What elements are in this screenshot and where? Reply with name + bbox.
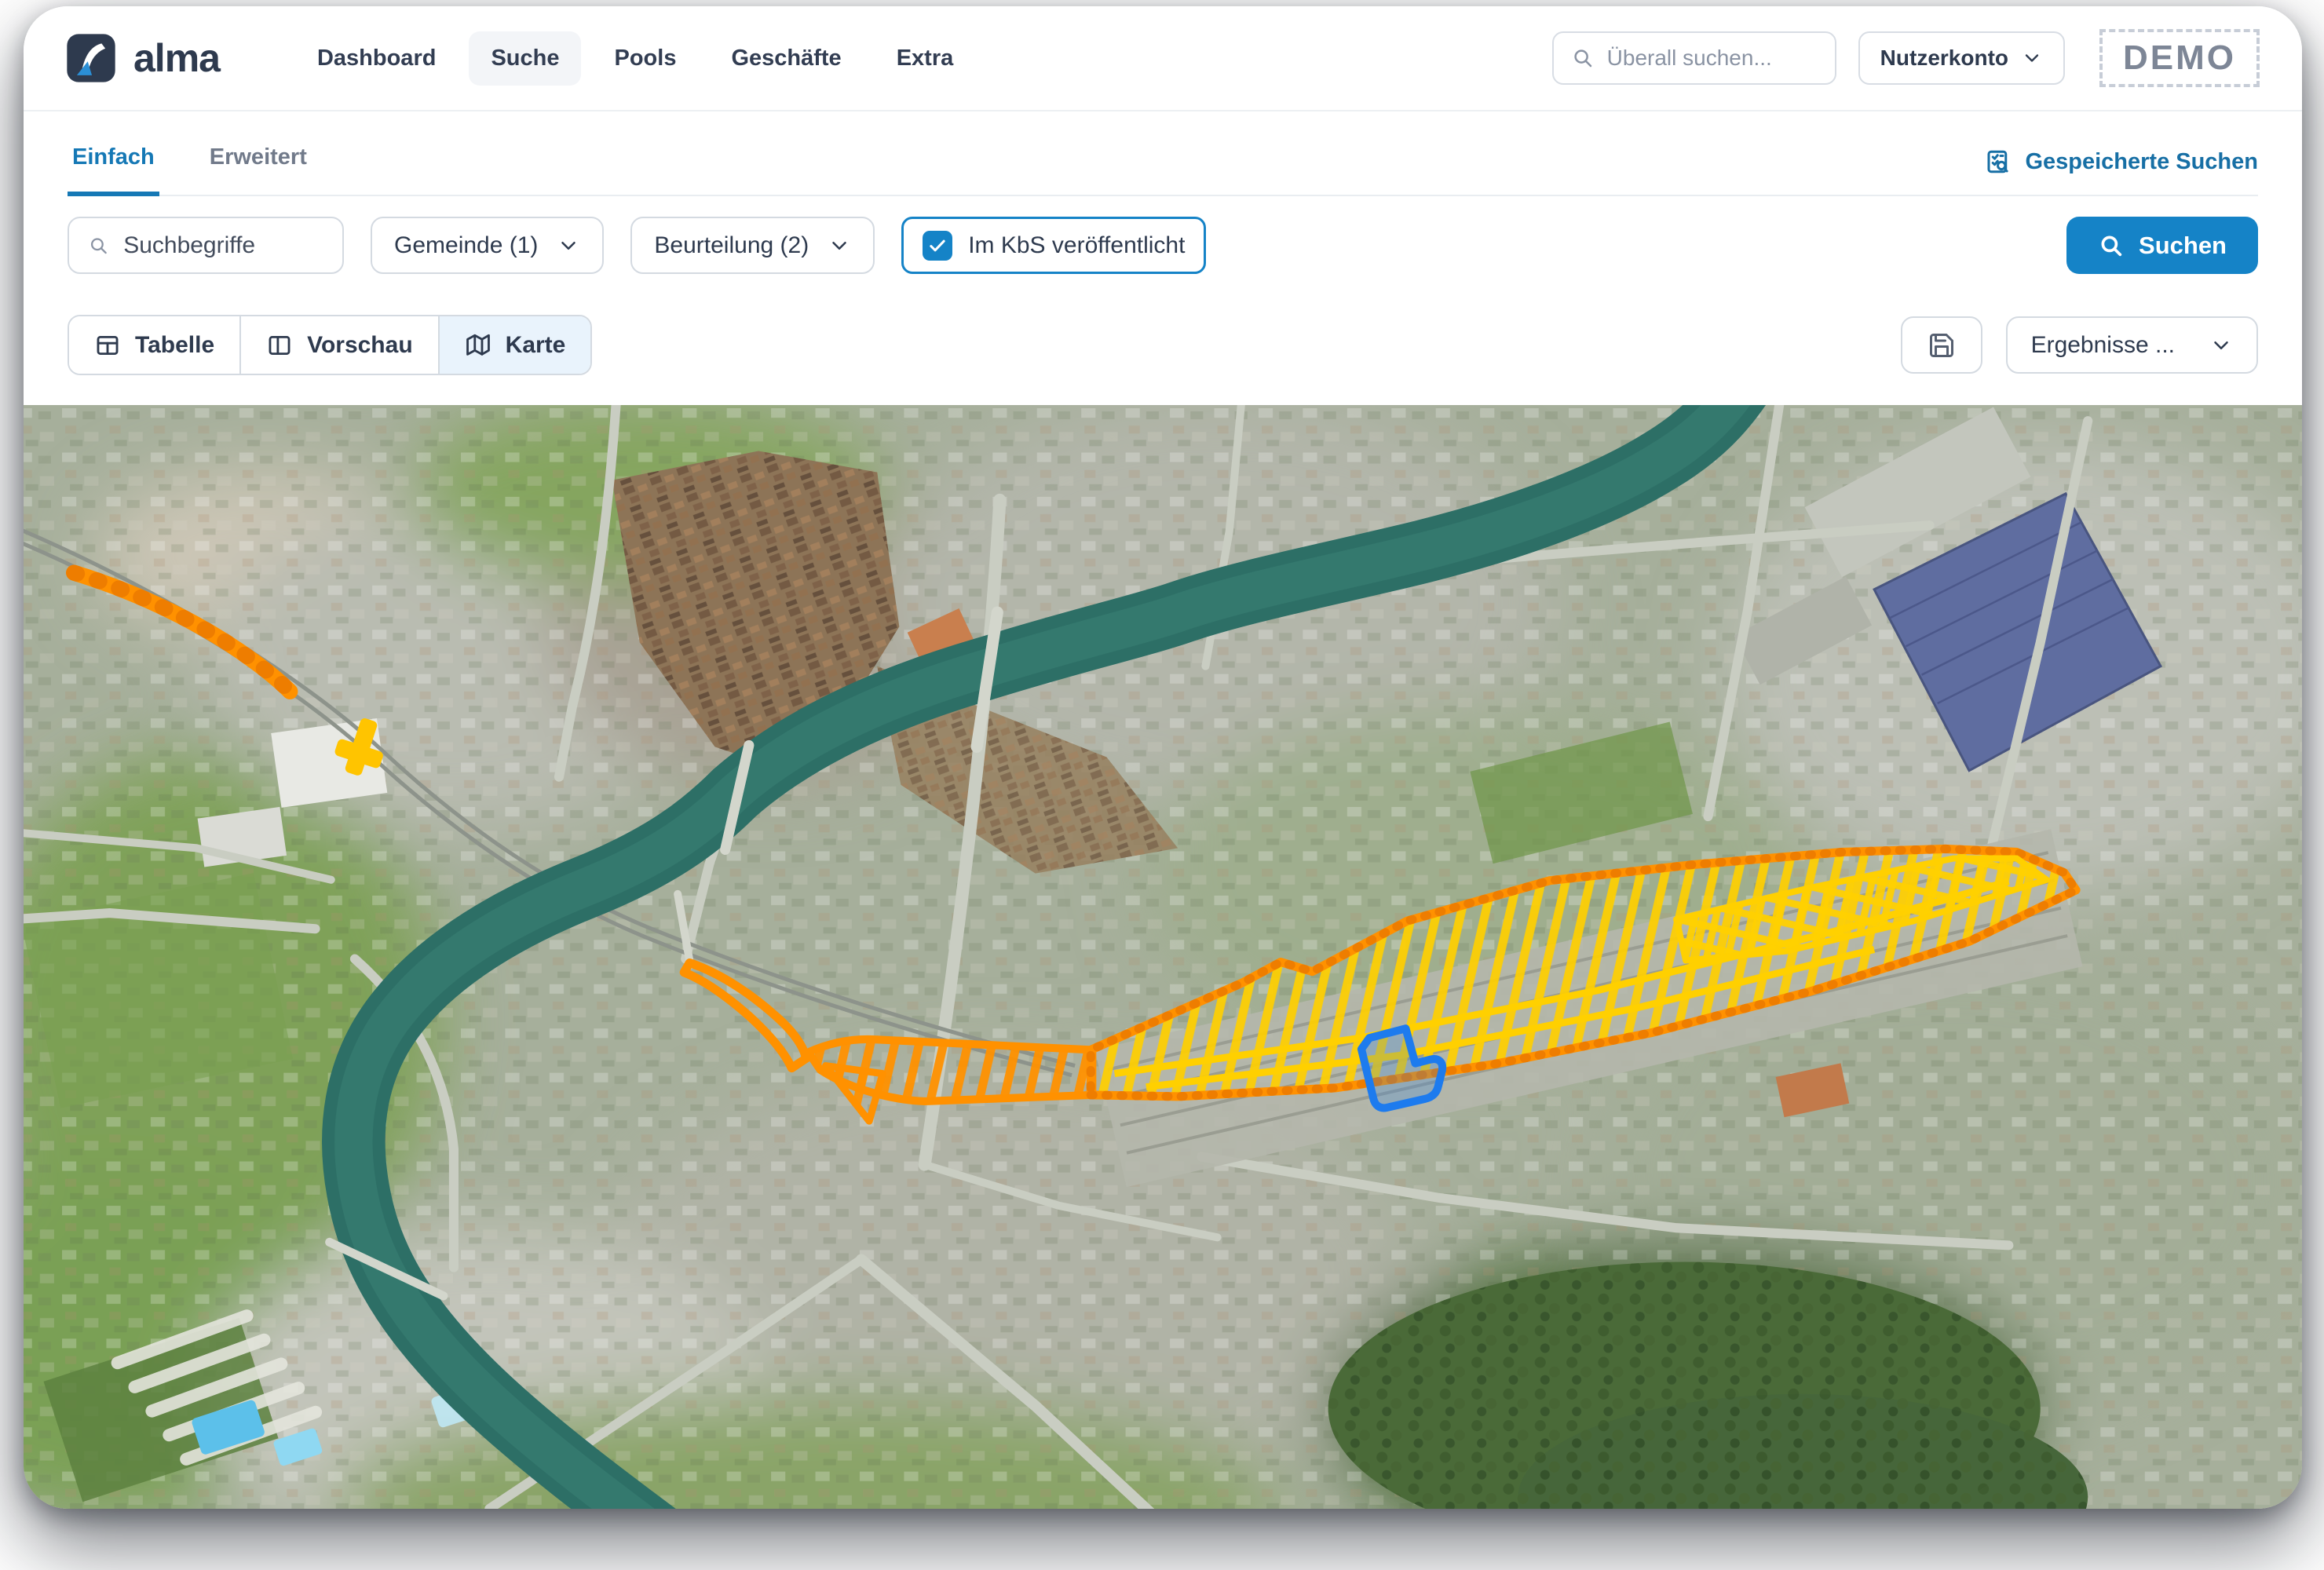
view-toolbar: Tabelle Vorschau Karte xyxy=(68,315,2258,375)
chevron-down-icon xyxy=(828,234,851,257)
gemeinde-label: Gemeinde (1) xyxy=(394,232,538,259)
beurteilung-label: Beurteilung (2) xyxy=(654,232,809,259)
nav-suche[interactable]: Suche xyxy=(469,31,581,86)
tab-einfach[interactable]: Einfach xyxy=(68,144,159,196)
folded-map-icon xyxy=(465,332,491,359)
view-vorschau-label: Vorschau xyxy=(307,332,413,359)
kbs-label: Im KbS veröffentlicht xyxy=(968,232,1185,259)
view-karte-segment[interactable]: Karte xyxy=(438,316,591,374)
chevron-down-icon xyxy=(2021,47,2043,69)
brand[interactable]: alma xyxy=(66,33,220,83)
gemeinde-dropdown[interactable]: Gemeinde (1) xyxy=(371,217,604,274)
saved-searches-icon xyxy=(1984,148,2012,176)
header-right: Nutzerkonto DEMO xyxy=(1552,29,2260,87)
saved-searches-link[interactable]: Gespeicherte Suchen xyxy=(1984,148,2258,195)
search-icon xyxy=(2098,232,2125,259)
save-search-button[interactable] xyxy=(1901,316,1982,374)
account-menu-button[interactable]: Nutzerkonto xyxy=(1858,31,2065,85)
app-header: alma Dashboard Suche Pools Geschäfte Ext… xyxy=(24,6,2302,111)
checkbox-checked-icon[interactable] xyxy=(923,231,952,261)
keywords-field[interactable] xyxy=(68,217,344,274)
chevron-down-icon xyxy=(2209,334,2233,357)
demo-badge: DEMO xyxy=(2099,29,2260,87)
results-dropdown[interactable]: Ergebnisse ... xyxy=(2006,316,2258,374)
nav-geschaefte[interactable]: Geschäfte xyxy=(709,31,863,86)
search-icon xyxy=(88,233,109,258)
beurteilung-dropdown[interactable]: Beurteilung (2) xyxy=(630,217,875,274)
brand-name: alma xyxy=(133,35,220,81)
search-icon xyxy=(1571,46,1595,70)
table-icon xyxy=(94,332,121,359)
nav-extra[interactable]: Extra xyxy=(875,31,976,86)
main-nav: Dashboard Suche Pools Geschäfte Extra xyxy=(295,31,975,86)
search-button[interactable]: Suchen xyxy=(2066,217,2258,274)
floppy-disk-icon xyxy=(1928,331,1956,360)
saved-searches-label: Gespeicherte Suchen xyxy=(2025,149,2258,175)
keywords-input[interactable] xyxy=(123,232,323,259)
kbs-published-toggle[interactable]: Im KbS veröffentlicht xyxy=(901,217,1206,274)
global-search[interactable] xyxy=(1552,31,1836,85)
satellite-map-canvas[interactable] xyxy=(24,405,2302,1509)
view-tabelle-segment[interactable]: Tabelle xyxy=(69,316,239,374)
tab-erweitert[interactable]: Erweitert xyxy=(205,144,312,196)
chevron-down-icon xyxy=(557,234,580,257)
view-segmented-control: Tabelle Vorschau Karte xyxy=(68,315,592,375)
account-label: Nutzerkonto xyxy=(1880,46,2008,71)
view-karte-label: Karte xyxy=(506,332,566,359)
results-dropdown-label: Ergebnisse ... xyxy=(2031,332,2175,359)
search-button-label: Suchen xyxy=(2139,232,2227,260)
search-panel: Einfach Erweitert Gespeicherte Suchen xyxy=(24,111,2302,405)
view-tabelle-label: Tabelle xyxy=(135,332,214,359)
map-view[interactable] xyxy=(24,405,2302,1509)
split-panel-icon xyxy=(266,332,293,359)
global-search-input[interactable] xyxy=(1607,46,1818,71)
alma-logo-icon xyxy=(66,33,116,83)
nav-pools[interactable]: Pools xyxy=(592,31,698,86)
filter-row: Gemeinde (1) Beurteilung (2) Im KbS verö… xyxy=(68,217,2258,274)
toolbar-right: Ergebnisse ... xyxy=(1901,316,2258,374)
search-tabs: Einfach Erweitert Gespeicherte Suchen xyxy=(68,111,2258,196)
nav-dashboard[interactable]: Dashboard xyxy=(295,31,458,86)
view-vorschau-segment[interactable]: Vorschau xyxy=(239,316,438,374)
app-window: alma Dashboard Suche Pools Geschäfte Ext… xyxy=(24,6,2302,1509)
